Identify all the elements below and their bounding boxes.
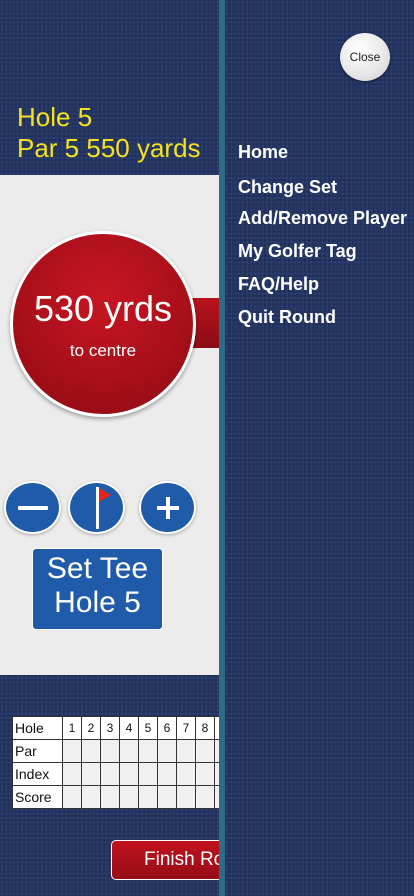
score-cell[interactable]: [119, 739, 139, 763]
hole-number: 1: [62, 716, 82, 740]
score-cell[interactable]: [119, 785, 139, 809]
score-cell[interactable]: [81, 785, 101, 809]
close-button[interactable]: Close: [340, 33, 390, 81]
score-cell[interactable]: [176, 739, 196, 763]
menu-item-add-remove-player[interactable]: Add/Remove Player: [238, 207, 407, 229]
menu-item-my-golfer-tag[interactable]: My Golfer Tag: [238, 240, 357, 262]
score-cell[interactable]: [195, 785, 215, 809]
scorecard-score-label: Score: [12, 785, 63, 809]
scorecard-header-row: Hole 1 2 3 4 5 6 7 8 9: [12, 716, 234, 740]
menu-item-faq-help[interactable]: FAQ/Help: [238, 273, 319, 295]
side-menu: Close Home Change Set Add/Remove Player …: [219, 0, 414, 896]
distance-circle[interactable]: 530 yrds to centre: [10, 231, 196, 417]
score-cell[interactable]: [138, 762, 158, 786]
scorecard-row: Par: [12, 739, 234, 763]
menu-item-change-set[interactable]: Change Set: [238, 176, 337, 198]
hole-number: 6: [157, 716, 177, 740]
set-tee-button[interactable]: Set Tee Hole 5: [32, 548, 163, 630]
score-cell[interactable]: [138, 739, 158, 763]
hole-par-yards: Par 5 550 yards: [17, 133, 201, 163]
score-cell[interactable]: [138, 785, 158, 809]
score-cell[interactable]: [100, 785, 120, 809]
score-cell[interactable]: [62, 762, 82, 786]
hole-number: 8: [195, 716, 215, 740]
set-tee-label: Set Tee: [46, 552, 149, 585]
scorecard-index-label: Index: [12, 762, 63, 786]
menu-item-home[interactable]: Home: [238, 141, 288, 163]
score-cell[interactable]: [157, 785, 177, 809]
scorecard: Hole 1 2 3 4 5 6 7 8 9 Par Index Score: [12, 716, 234, 809]
score-cell[interactable]: [100, 762, 120, 786]
score-cell[interactable]: [157, 762, 177, 786]
hole-number: 3: [100, 716, 120, 740]
scorecard-par-label: Par: [12, 739, 63, 763]
hole-number: 7: [176, 716, 196, 740]
menu-item-quit-round[interactable]: Quit Round: [238, 306, 336, 328]
distance-value: 530 yrds: [33, 288, 173, 329]
score-cell[interactable]: [176, 762, 196, 786]
flag-icon: [95, 486, 111, 529]
hole-title: Hole 5: [17, 102, 93, 132]
scorecard-row: Score: [12, 785, 234, 809]
plus-button[interactable]: [139, 481, 196, 534]
hole-number: 5: [138, 716, 158, 740]
distance-label: to centre: [69, 341, 137, 360]
flag-button[interactable]: [68, 481, 125, 534]
score-cell[interactable]: [62, 785, 82, 809]
hole-number: 2: [81, 716, 101, 740]
score-cell[interactable]: [81, 762, 101, 786]
scorecard-row: Index: [12, 762, 234, 786]
score-cell[interactable]: [195, 762, 215, 786]
score-cell[interactable]: [119, 762, 139, 786]
score-cell[interactable]: [100, 739, 120, 763]
score-cell[interactable]: [176, 785, 196, 809]
minus-button[interactable]: [4, 481, 61, 534]
score-cell[interactable]: [195, 739, 215, 763]
scorecard-hole-label: Hole: [12, 716, 63, 740]
score-cell[interactable]: [157, 739, 177, 763]
score-cell[interactable]: [62, 739, 82, 763]
set-tee-hole: Hole 5: [54, 586, 141, 619]
minus-icon: [17, 505, 48, 510]
score-cell[interactable]: [81, 739, 101, 763]
hole-number: 4: [119, 716, 139, 740]
